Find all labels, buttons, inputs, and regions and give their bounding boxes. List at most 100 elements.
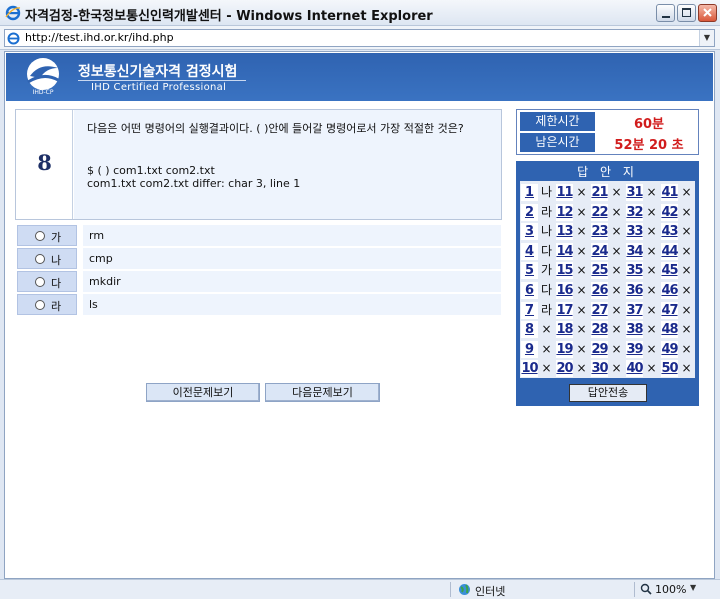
radio-button[interactable] bbox=[35, 254, 45, 264]
answer-sheet-number[interactable]: 44 bbox=[661, 242, 679, 260]
status-bar: 인터넷 100% ▼ bbox=[0, 579, 720, 599]
zoom-icon[interactable] bbox=[640, 583, 652, 595]
answer-sheet-number[interactable]: 36 bbox=[626, 282, 644, 299]
answer-sheet-number[interactable]: 26 bbox=[591, 282, 609, 299]
answer-sheet-answer: × bbox=[646, 263, 657, 278]
answer-sheet-number[interactable]: 18 bbox=[556, 321, 574, 339]
answer-sheet-number[interactable]: 28 bbox=[591, 321, 609, 339]
answer-sheet-number[interactable]: 11 bbox=[556, 184, 574, 201]
answer-sheet-number[interactable]: 20 bbox=[556, 360, 574, 378]
answer-sheet-answer: × bbox=[576, 243, 587, 258]
answer-sheet-answer: × bbox=[576, 263, 587, 278]
answer-sheet-number[interactable]: 27 bbox=[591, 301, 609, 319]
answer-sheet-number[interactable]: 41 bbox=[661, 184, 679, 201]
answer-sheet-number[interactable]: 14 bbox=[556, 242, 574, 260]
page-icon bbox=[7, 32, 20, 45]
answer-sheet-number[interactable]: 22 bbox=[591, 203, 609, 221]
chevron-down-icon[interactable]: ▼ bbox=[690, 583, 696, 592]
title-bar: 자격검정-한국정보통신인력개발센터 - Windows Internet Exp… bbox=[0, 0, 720, 26]
answer-sheet-number[interactable]: 15 bbox=[556, 262, 574, 280]
radio-button[interactable] bbox=[35, 277, 45, 287]
answer-sheet-number[interactable]: 12 bbox=[556, 203, 574, 221]
answer-sheet-number[interactable]: 24 bbox=[591, 242, 609, 260]
answer-sheet-answer: 나 bbox=[540, 185, 553, 199]
answer-sheet-number[interactable]: 4 bbox=[521, 242, 538, 260]
answer-sheet-number[interactable]: 47 bbox=[661, 301, 679, 319]
prev-question-button[interactable]: 이전문제보기 bbox=[146, 383, 260, 402]
answer-sheet-number[interactable]: 10 bbox=[521, 360, 539, 378]
answer-sheet-number[interactable]: 7 bbox=[521, 301, 538, 319]
answer-sheet-number[interactable]: 32 bbox=[626, 203, 644, 221]
answer-sheet-number[interactable]: 2 bbox=[521, 203, 538, 221]
answer-sheet-number[interactable]: 5 bbox=[521, 262, 538, 280]
radio-button[interactable] bbox=[35, 231, 45, 241]
chevron-down-icon[interactable]: ▼ bbox=[699, 30, 714, 46]
answer-sheet-number[interactable]: 46 bbox=[661, 282, 679, 299]
answer-sheet-number[interactable]: 38 bbox=[626, 321, 644, 339]
answer-sheet-answer: × bbox=[576, 302, 587, 317]
answer-sheet-number[interactable]: 16 bbox=[556, 282, 574, 299]
answer-sheet-number[interactable]: 3 bbox=[521, 223, 538, 241]
answer-sheet-answer: × bbox=[646, 204, 657, 219]
answer-sheet-number[interactable]: 23 bbox=[591, 223, 609, 241]
answer-sheet-answer: × bbox=[611, 185, 622, 199]
minimize-button[interactable] bbox=[656, 4, 675, 22]
status-divider bbox=[634, 582, 635, 597]
answer-sheet-number[interactable]: 42 bbox=[661, 203, 679, 221]
globe-icon bbox=[459, 584, 470, 595]
time-remaining-label: 남은시간 bbox=[520, 133, 595, 152]
answer-sheet-number[interactable]: 33 bbox=[626, 223, 644, 241]
time-limit-label: 제한시간 bbox=[520, 112, 595, 131]
close-button[interactable] bbox=[698, 4, 717, 22]
option-button[interactable]: 라 bbox=[17, 294, 77, 315]
answer-sheet-number[interactable]: 35 bbox=[626, 262, 644, 280]
answer-sheet-answer: 다 bbox=[540, 283, 553, 297]
answer-sheet-number[interactable]: 8 bbox=[521, 321, 538, 339]
answer-sheet-answer: × bbox=[646, 283, 657, 297]
answer-sheet-number[interactable]: 39 bbox=[626, 340, 644, 358]
answer-sheet-number[interactable]: 43 bbox=[661, 223, 679, 241]
answer-sheet-number[interactable]: 29 bbox=[591, 340, 609, 358]
submit-answers-button[interactable]: 답안전송 bbox=[569, 384, 647, 402]
answer-sheet-answer: × bbox=[646, 185, 657, 199]
answer-sheet-number[interactable]: 25 bbox=[591, 262, 609, 280]
option-button[interactable]: 나 bbox=[17, 248, 77, 269]
answer-sheet-number[interactable]: 19 bbox=[556, 340, 574, 358]
address-field[interactable]: http://test.ihd.or.kr/ihd.php ▼ bbox=[4, 29, 715, 47]
answer-sheet-number[interactable]: 37 bbox=[626, 301, 644, 319]
answer-sheet-answer: × bbox=[611, 361, 622, 376]
option-row[interactable]: 가 rm bbox=[17, 225, 501, 246]
answer-sheet-number[interactable]: 30 bbox=[591, 360, 609, 378]
option-text: rm bbox=[83, 225, 501, 246]
answer-sheet-answer: × bbox=[576, 224, 587, 239]
radio-button[interactable] bbox=[35, 300, 45, 310]
answer-sheet-number[interactable]: 6 bbox=[521, 282, 538, 299]
maximize-button[interactable] bbox=[677, 4, 696, 22]
option-row[interactable]: 나 cmp bbox=[17, 248, 501, 269]
answer-sheet-number[interactable]: 31 bbox=[626, 184, 644, 201]
answer-sheet-number[interactable]: 1 bbox=[521, 184, 538, 201]
answer-sheet-answer: 라 bbox=[540, 204, 553, 219]
answer-sheet-answer: 나 bbox=[540, 224, 553, 239]
option-button[interactable]: 다 bbox=[17, 271, 77, 292]
answer-sheet-number[interactable]: 40 bbox=[626, 360, 644, 378]
option-row[interactable]: 라 ls bbox=[17, 294, 501, 315]
zoom-level[interactable]: 100% bbox=[655, 583, 686, 596]
option-button[interactable]: 가 bbox=[17, 225, 77, 246]
answer-sheet-number[interactable]: 13 bbox=[556, 223, 574, 241]
answer-sheet-number[interactable]: 50 bbox=[661, 360, 679, 378]
answer-sheet-number[interactable]: 48 bbox=[661, 321, 679, 339]
answer-sheet-answer: × bbox=[646, 302, 657, 317]
next-question-button[interactable]: 다음문제보기 bbox=[265, 383, 380, 402]
option-letter: 다 bbox=[51, 277, 62, 290]
answer-sheet-number[interactable]: 34 bbox=[626, 242, 644, 260]
answer-sheet-number[interactable]: 17 bbox=[556, 301, 574, 319]
answer-sheet-answer: × bbox=[576, 361, 587, 376]
answer-sheet-number[interactable]: 49 bbox=[661, 340, 679, 358]
answer-sheet-number[interactable]: 9 bbox=[521, 340, 538, 358]
answer-sheet-number[interactable]: 21 bbox=[591, 184, 609, 201]
answer-sheet-answer: 가 bbox=[540, 263, 553, 278]
answer-sheet-answer: × bbox=[541, 322, 552, 337]
option-row[interactable]: 다 mkdir bbox=[17, 271, 501, 292]
answer-sheet-number[interactable]: 45 bbox=[661, 262, 679, 280]
